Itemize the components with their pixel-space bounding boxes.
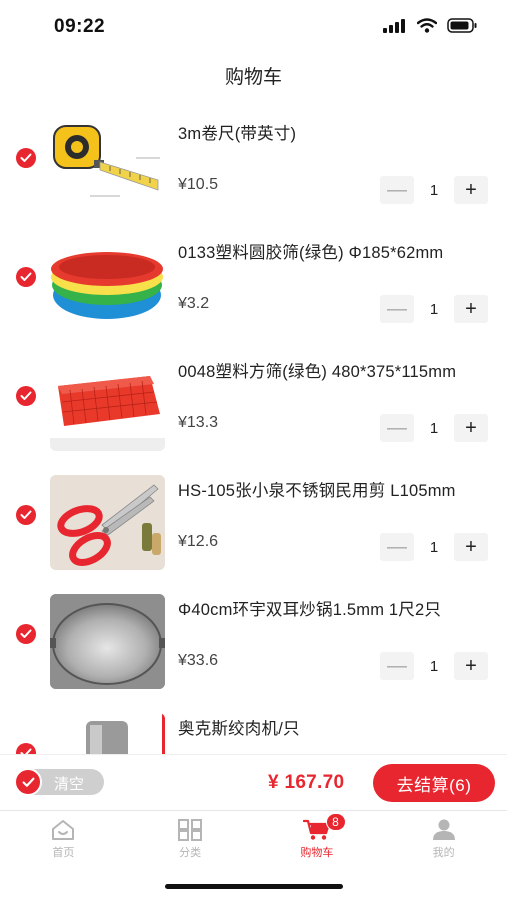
- decrease-button[interactable]: —: [380, 652, 414, 680]
- quantity-value[interactable]: 1: [414, 420, 454, 437]
- home-icon: [52, 820, 75, 840]
- check-icon: [20, 272, 32, 281]
- cart-item[interactable]: 3m卷尺(带英寸) ¥10.5 — 1 +: [0, 106, 507, 225]
- product-price: ¥33.6: [178, 652, 219, 669]
- wifi-icon: [417, 18, 437, 33]
- checkout-bar: 清空 ¥ 167.70 去结算(6): [0, 754, 507, 810]
- quantity-stepper: — 1 +: [380, 295, 488, 323]
- quantity-stepper: — 1 +: [380, 652, 488, 680]
- decrease-button[interactable]: —: [380, 176, 414, 204]
- product-image-meat-grinder[interactable]: [50, 713, 165, 754]
- cart-count-badge: 8: [325, 813, 346, 831]
- product-title[interactable]: 0048塑料方筛(绿色) 480*375*115mm: [178, 358, 488, 382]
- select-all-toggle[interactable]: 清空: [14, 768, 104, 796]
- status-bar: 09:22: [0, 0, 507, 54]
- tab-profile[interactable]: 我的: [380, 811, 507, 869]
- tab-label: 分类: [179, 847, 202, 859]
- item-checkbox[interactable]: [16, 148, 36, 168]
- quantity-stepper: — 1 +: [380, 533, 488, 561]
- product-image-plastic-basins[interactable]: [50, 237, 165, 332]
- product-image-tape-measure[interactable]: [50, 118, 165, 213]
- check-icon: [22, 777, 34, 787]
- quantity-value[interactable]: 1: [414, 539, 454, 556]
- cart-item[interactable]: 0133塑料圆胶筛(绿色) Φ185*62mm ¥3.2 — 1 +: [0, 225, 507, 344]
- tab-home[interactable]: 首页: [0, 811, 127, 869]
- home-indicator: [165, 884, 343, 889]
- product-title[interactable]: 0133塑料圆胶筛(绿色) Φ185*62mm: [178, 239, 488, 263]
- product-title[interactable]: 3m卷尺(带英寸): [178, 120, 488, 144]
- cart-list[interactable]: 3m卷尺(带英寸) ¥10.5 — 1 + 0133塑料圆胶筛(绿色) Φ185…: [0, 106, 507, 754]
- quantity-value[interactable]: 1: [414, 182, 454, 199]
- tab-label: 购物车: [300, 847, 334, 859]
- decrease-button[interactable]: —: [380, 295, 414, 323]
- cart-item[interactable]: Φ40cm环宇双耳炒锅1.5mm 1尺2只 ¥33.6 — 1 +: [0, 582, 507, 701]
- increase-button[interactable]: +: [454, 176, 488, 204]
- cart-item[interactable]: 0048塑料方筛(绿色) 480*375*115mm ¥13.3 — 1 +: [0, 344, 507, 463]
- quantity-value[interactable]: 1: [414, 658, 454, 675]
- user-icon: [432, 819, 455, 840]
- cart-item[interactable]: HS-105张小泉不锈钢民用剪 L105mm ¥12.6 — 1 +: [0, 463, 507, 582]
- grid-icon: [178, 819, 203, 841]
- product-image-wok[interactable]: [50, 594, 165, 689]
- quantity-stepper: — 1 +: [380, 176, 488, 204]
- page-title: 购物车: [224, 67, 282, 88]
- battery-icon: [447, 18, 477, 33]
- tab-label: 首页: [52, 847, 75, 859]
- item-checkbox[interactable]: [16, 386, 36, 406]
- product-title[interactable]: 奥克斯绞肉机/只: [178, 715, 488, 739]
- item-checkbox[interactable]: [16, 743, 36, 754]
- item-checkbox[interactable]: [16, 624, 36, 644]
- check-icon: [20, 391, 32, 400]
- product-price: ¥12.6: [178, 533, 219, 550]
- signal-icon: [383, 18, 405, 33]
- decrease-button[interactable]: —: [380, 414, 414, 442]
- tab-cart[interactable]: 8 购物车: [254, 811, 381, 869]
- quantity-stepper: — 1 +: [380, 414, 488, 442]
- increase-button[interactable]: +: [454, 652, 488, 680]
- check-icon: [20, 629, 32, 638]
- increase-button[interactable]: +: [454, 533, 488, 561]
- product-image-scissors[interactable]: [50, 475, 165, 570]
- tab-label: 我的: [432, 847, 455, 859]
- cart-total: ¥ 167.70: [268, 772, 345, 793]
- status-time: 09:22: [54, 16, 106, 37]
- clear-cart-button[interactable]: 清空: [54, 773, 84, 794]
- quantity-value[interactable]: 1: [414, 301, 454, 318]
- product-image-plastic-square-sieve[interactable]: [50, 356, 165, 451]
- product-title[interactable]: Φ40cm环宇双耳炒锅1.5mm 1尺2只: [178, 596, 488, 620]
- check-icon: [20, 510, 32, 519]
- product-title[interactable]: HS-105张小泉不锈钢民用剪 L105mm: [178, 477, 488, 501]
- status-icons: [383, 18, 477, 33]
- decrease-button[interactable]: —: [380, 533, 414, 561]
- select-all-checkbox[interactable]: [14, 768, 42, 796]
- checkout-button[interactable]: 去结算(6): [373, 764, 495, 802]
- check-icon: [20, 153, 32, 162]
- item-checkbox[interactable]: [16, 505, 36, 525]
- tab-category[interactable]: 分类: [127, 811, 254, 869]
- increase-button[interactable]: +: [454, 414, 488, 442]
- item-checkbox[interactable]: [16, 267, 36, 287]
- product-price: ¥3.2: [178, 295, 210, 312]
- product-price: ¥10.5: [178, 176, 219, 193]
- tab-bar: 首页 分类 8 购物车 我的: [0, 810, 507, 868]
- product-price: ¥13.3: [178, 414, 219, 431]
- increase-button[interactable]: +: [454, 295, 488, 323]
- cart-item[interactable]: 奥克斯绞肉机/只: [0, 701, 507, 754]
